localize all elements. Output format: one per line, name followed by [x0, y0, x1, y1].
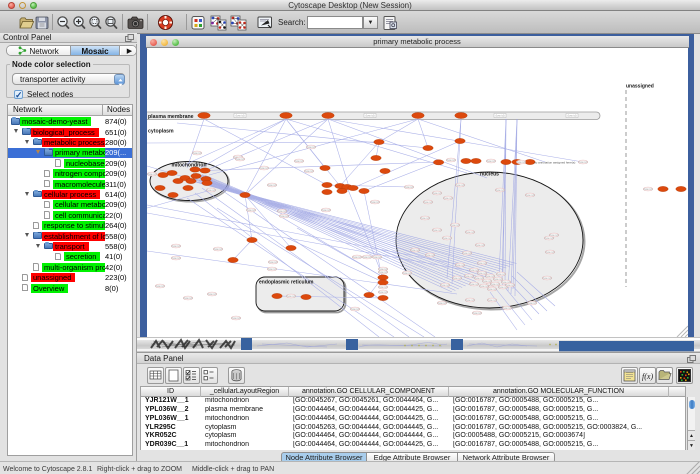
- svg-text:(low id): (low id): [268, 260, 277, 264]
- svg-text:(low id): (low id): [246, 208, 255, 212]
- svg-text:(low id): (low id): [267, 183, 276, 187]
- svg-text:(low id): (low id): [443, 196, 452, 200]
- svg-text:(low id): (low id): [213, 247, 222, 251]
- svg-text:(low id): (low id): [487, 287, 496, 291]
- svg-text:(low id): (low id): [505, 283, 514, 287]
- svg-text:(low id): (low id): [525, 193, 534, 197]
- svg-text:mitochondrion: mitochondrion: [172, 163, 207, 169]
- svg-text:(low id): (low id): [192, 151, 201, 155]
- svg-text:(low id): (low id): [437, 301, 446, 305]
- svg-text:(low id): (low id): [171, 256, 180, 260]
- svg-text:(low id): (low id): [304, 169, 313, 173]
- svg-text:nucleus: nucleus: [480, 172, 499, 178]
- svg-text:no annotation assigned here(s): no annotation assigned here(s): [534, 161, 575, 165]
- svg-text:(low id): (low id): [465, 230, 474, 234]
- svg-text:(low id): (low id): [378, 270, 387, 274]
- svg-text:(low id): (low id): [231, 316, 240, 320]
- svg-text:(low id): (low id): [259, 166, 268, 170]
- svg-text:(low id): (low id): [465, 298, 474, 302]
- svg-text:(low id): (low id): [378, 290, 387, 294]
- svg-text:(low id): (low id): [306, 145, 315, 149]
- svg-text:(low id): (low id): [477, 261, 486, 265]
- svg-text:(low id): (low id): [542, 276, 551, 280]
- svg-text:(low id): (low id): [362, 255, 371, 259]
- svg-text:(low id): (low id): [207, 292, 216, 296]
- svg-text:(low id): (low id): [544, 236, 553, 240]
- svg-text:(low id): (low id): [147, 172, 156, 176]
- svg-text:(low id): (low id): [370, 200, 379, 204]
- svg-text:(low id): (low id): [378, 285, 387, 289]
- svg-text:(low id): (low id): [294, 159, 303, 163]
- svg-text:cytoplasm: cytoplasm: [148, 129, 174, 135]
- svg-text:(low id): (low id): [455, 183, 464, 187]
- svg-text:endoplasmic reticulum: endoplasmic reticulum: [259, 280, 314, 286]
- svg-text:(low id): (low id): [425, 253, 434, 257]
- svg-text:(low id): (low id): [277, 209, 286, 213]
- svg-text:(low id): (low id): [475, 243, 484, 247]
- svg-text:(low id): (low id): [455, 263, 464, 267]
- svg-text:(low id): (low id): [352, 255, 361, 259]
- svg-text:(low id): (low id): [279, 214, 288, 218]
- svg-text:(low id): (low id): [286, 294, 295, 298]
- svg-text:(low id): (low id): [462, 251, 471, 255]
- svg-text:(low id): (low id): [432, 191, 441, 195]
- svg-text:(low id): (low id): [472, 311, 481, 315]
- svg-text:(low id): (low id): [567, 114, 576, 118]
- svg-text:(low id): (low id): [442, 236, 451, 240]
- svg-text:(low id): (low id): [404, 185, 413, 189]
- svg-text:(low id): (low id): [155, 284, 164, 288]
- svg-text:(low id): (low id): [643, 187, 652, 191]
- svg-text:(low id): (low id): [432, 228, 441, 232]
- svg-text:(low id): (low id): [402, 271, 411, 275]
- svg-text:(low id): (low id): [464, 274, 473, 278]
- svg-text:(low id): (low id): [183, 296, 192, 300]
- svg-text:(low id): (low id): [495, 188, 504, 192]
- svg-text:plasma membrane: plasma membrane: [148, 114, 194, 120]
- svg-text:(low id): (low id): [267, 267, 276, 271]
- svg-text:f(x): f(x): [642, 372, 653, 381]
- svg-text:(low id): (low id): [440, 283, 449, 287]
- svg-text:(low id): (low id): [446, 158, 455, 162]
- svg-text:(low id): (low id): [410, 248, 419, 252]
- svg-text:unassigned: unassigned: [626, 84, 654, 90]
- svg-text:(low id): (low id): [206, 188, 215, 192]
- svg-text:(low id): (low id): [496, 272, 505, 276]
- svg-text:(low id): (low id): [578, 160, 587, 164]
- svg-text:(low id): (low id): [171, 244, 180, 248]
- svg-text:(low id): (low id): [365, 114, 374, 118]
- svg-text:(low id): (low id): [452, 276, 461, 280]
- svg-text:(low id): (low id): [372, 255, 381, 259]
- svg-text:(low id): (low id): [235, 157, 244, 161]
- svg-text:(low id): (low id): [527, 301, 536, 305]
- svg-text:(low id): (low id): [469, 282, 478, 286]
- svg-text:(low id): (low id): [450, 223, 459, 227]
- svg-text:(low id): (low id): [486, 159, 495, 163]
- svg-text:(low id): (low id): [545, 250, 554, 254]
- svg-text:(low id): (low id): [516, 160, 525, 164]
- svg-text:(low id): (low id): [495, 114, 504, 118]
- svg-text:(low id): (low id): [502, 306, 511, 310]
- svg-text:(low id): (low id): [487, 298, 496, 302]
- svg-text:(low id): (low id): [420, 216, 429, 220]
- svg-text:(low id): (low id): [350, 307, 359, 311]
- svg-text:(low id): (low id): [235, 114, 244, 118]
- svg-text:(low id): (low id): [423, 200, 432, 204]
- svg-text:(low id): (low id): [321, 208, 330, 212]
